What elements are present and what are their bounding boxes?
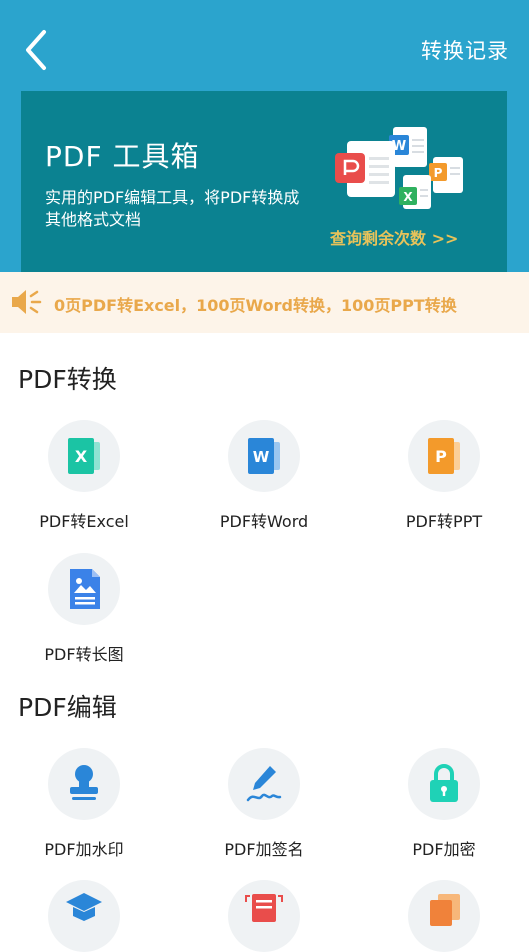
document-formats-illustration-icon: W P X — [335, 127, 463, 209]
tool-icon-circle: P — [408, 420, 480, 492]
svg-text:P: P — [435, 447, 447, 466]
tool-icon-circle — [228, 880, 300, 952]
card-title: PDF 工具箱 — [45, 140, 200, 173]
chevron-left-icon — [26, 30, 46, 70]
document-copy-icon — [430, 894, 460, 926]
tool-icon-circle: X — [48, 420, 120, 492]
tool-partial-3[interactable] — [354, 880, 529, 952]
tool-icon-circle — [48, 880, 120, 952]
svg-text:P: P — [434, 166, 443, 180]
graduation-cap-icon — [66, 893, 102, 921]
tool-pdf-add-signature[interactable]: PDF加签名 — [174, 748, 354, 860]
svg-text:X: X — [403, 190, 413, 204]
document-scan-icon — [245, 894, 283, 922]
signature-pen-icon — [246, 766, 282, 802]
stamp-icon — [70, 765, 98, 800]
tool-label: PDF加密 — [412, 840, 476, 859]
tool-icon-circle — [48, 748, 120, 820]
back-button[interactable] — [18, 28, 58, 72]
svg-text:W: W — [253, 448, 270, 466]
history-link[interactable]: 转换记录 — [421, 35, 509, 65]
tool-icon-circle — [48, 553, 120, 625]
word-icon: W — [248, 438, 280, 474]
tool-pdf-to-excel[interactable]: X PDF转Excel — [0, 420, 174, 532]
notice-marquee-text: 0页PDF转Excel，100页Word转换，100页PPT转换 — [54, 296, 457, 315]
query-remaining-link[interactable]: 查询剩余次数 >> — [330, 225, 458, 249]
tool-label: PDF加水印 — [44, 840, 124, 859]
svg-text:X: X — [75, 447, 88, 466]
tool-label: PDF转Word — [219, 512, 309, 531]
card-description: 实用的PDF编辑工具，将PDF转换成其他格式文档 — [45, 188, 300, 229]
tool-icon-circle — [228, 748, 300, 820]
header-bar: 转换记录 PDF 工具箱 实用的PDF编辑工具，将PDF转换成其他格式文档 查询… — [0, 0, 529, 272]
tool-pdf-add-watermark[interactable]: PDF加水印 — [0, 748, 174, 860]
tool-label: PDF转长图 — [44, 645, 124, 664]
notice-bar: 0页PDF转Excel，100页Word转换，100页PPT转换 — [0, 272, 529, 333]
excel-icon: X — [68, 438, 100, 474]
tool-label: PDF转PPT — [405, 512, 483, 531]
section-title-pdf-edit: PDF编辑 — [18, 693, 117, 722]
speaker-icon — [12, 290, 42, 314]
tool-icon-circle: W — [228, 420, 300, 492]
toolbox-card: PDF 工具箱 实用的PDF编辑工具，将PDF转换成其他格式文档 查询剩余次数 … — [21, 91, 507, 272]
image-doc-icon — [70, 569, 100, 609]
ppt-icon: P — [428, 438, 460, 474]
tool-icon-circle — [408, 748, 480, 820]
tool-pdf-to-ppt[interactable]: P PDF转PPT — [354, 420, 529, 532]
tool-label: PDF转Excel — [39, 512, 129, 531]
tool-partial-2[interactable] — [174, 880, 354, 952]
tool-pdf-to-word[interactable]: W PDF转Word — [174, 420, 354, 532]
tool-partial-1[interactable] — [0, 880, 174, 952]
lock-icon — [430, 764, 458, 802]
section-title-pdf-convert: PDF转换 — [18, 365, 117, 394]
tool-label: PDF加签名 — [224, 840, 304, 859]
tool-icon-circle — [408, 880, 480, 952]
tool-pdf-encrypt[interactable]: PDF加密 — [354, 748, 529, 860]
tool-pdf-to-long-image[interactable]: PDF转长图 — [0, 553, 174, 665]
